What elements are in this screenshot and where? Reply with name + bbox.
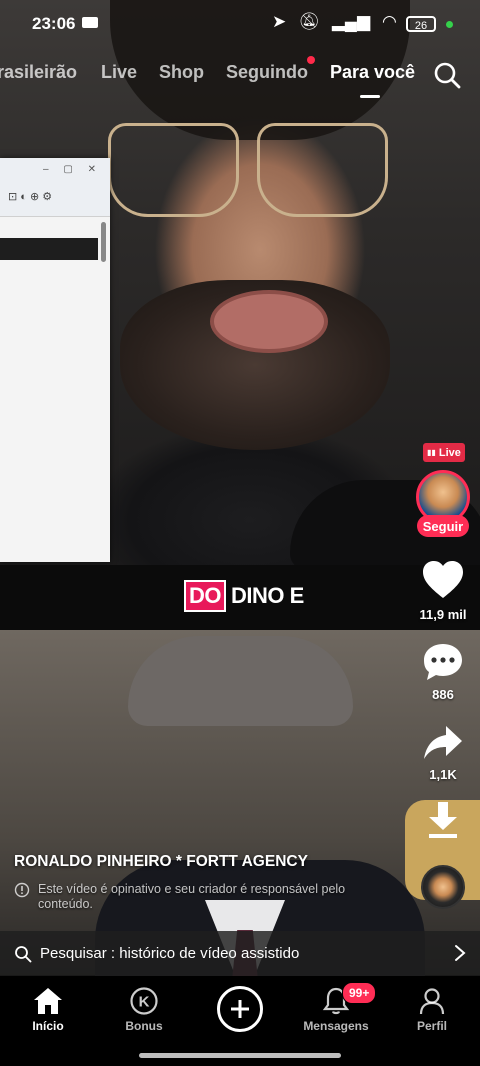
home-indicator[interactable]	[139, 1053, 341, 1058]
heart-icon	[423, 561, 463, 598]
chevron-right-icon	[455, 945, 466, 961]
feed-screen: – ▢ ✕ ⊡ ◐ ⊕ ⚙ DO DINO E 23:06 ➤ 🔕︎ ▂▄▆ ◠…	[0, 0, 480, 1066]
home-icon	[34, 988, 62, 1014]
share-arrow-icon	[424, 726, 462, 759]
profile-icon	[419, 988, 445, 1015]
sim-icon	[82, 17, 98, 28]
tab-shop[interactable]: Shop	[159, 62, 204, 83]
mute-icon: 🔕︎	[298, 12, 320, 31]
location-icon: ➤	[272, 12, 287, 31]
nav-profile[interactable]: Perfil	[392, 986, 472, 1033]
top-tabs: rasileirão Live Shop Seguindo Para você	[0, 62, 480, 92]
active-tab-indicator	[360, 95, 380, 98]
search-suggestion-bar[interactable]: Pesquisar : histórico de vídeo assistido	[0, 931, 480, 976]
nav-bonus-label: Bonus	[125, 1019, 163, 1033]
tab-para-voce[interactable]: Para você	[330, 62, 415, 83]
tab-brasileirao[interactable]: rasileirão	[0, 62, 77, 83]
tab-seguindo[interactable]: Seguindo	[226, 62, 308, 83]
shares-count: 1,1K	[429, 767, 457, 782]
search-suggestion-text: Pesquisar : histórico de vídeo assistido	[40, 945, 300, 962]
create-button[interactable]	[217, 986, 263, 1032]
seguindo-notification-dot	[307, 56, 315, 64]
info-icon	[14, 882, 30, 898]
comments-count: 886	[432, 687, 454, 702]
plus-icon	[231, 1000, 249, 1018]
nav-messages-label: Mensagens	[303, 1019, 369, 1033]
share-button[interactable]	[420, 724, 466, 762]
download-icon	[429, 802, 457, 838]
nav-profile-label: Perfil	[416, 1019, 447, 1033]
svg-text:K: K	[139, 994, 150, 1011]
comment-icon	[424, 644, 462, 680]
nav-bonus[interactable]: K Bonus	[104, 986, 184, 1033]
live-badge-label: Live	[438, 446, 461, 459]
live-badge[interactable]: ▮▮ Live	[423, 443, 465, 462]
nav-home-label: Início	[32, 1019, 64, 1033]
comment-button[interactable]	[420, 642, 466, 682]
likes-count: 11,9 mil	[419, 607, 467, 622]
opinion-disclaimer: Este vídeo é opinativo e seu criador é r…	[14, 882, 354, 912]
video-author[interactable]: RONALDO PINHEIRO * FORTT AGENCY	[14, 853, 308, 871]
music-disc[interactable]	[421, 865, 465, 909]
battery-icon: 26	[406, 16, 436, 32]
bonus-coin-icon: K	[130, 987, 158, 1015]
messages-badge: 99+	[342, 982, 377, 1004]
channel-logo: DO DINO E	[184, 580, 304, 612]
logo-part-do: DO	[184, 580, 226, 612]
live-bars-icon: ▮▮	[427, 448, 436, 457]
signal-icon: ▂▄▆	[331, 12, 371, 31]
search-icon	[15, 945, 32, 962]
logo-part-dino: DINO E	[231, 583, 304, 608]
nav-home[interactable]: Início	[8, 986, 88, 1033]
like-button[interactable]	[420, 560, 466, 600]
search-icon[interactable]	[432, 60, 462, 90]
status-bar: 23:06 ➤ 🔕︎ ▂▄▆ ◠ 26	[0, 0, 480, 50]
status-time: 23:06	[32, 14, 76, 33]
follow-button[interactable]: Seguir	[417, 515, 469, 537]
disclaimer-text: Este vídeo é opinativo e seu criador é r…	[38, 882, 346, 911]
camera-indicator-dot	[446, 21, 453, 28]
wifi-icon: ◠	[382, 12, 397, 31]
tab-live[interactable]: Live	[101, 62, 137, 83]
browser-window-in-video: – ▢ ✕ ⊡ ◐ ⊕ ⚙	[0, 158, 110, 562]
download-button[interactable]	[420, 800, 466, 840]
